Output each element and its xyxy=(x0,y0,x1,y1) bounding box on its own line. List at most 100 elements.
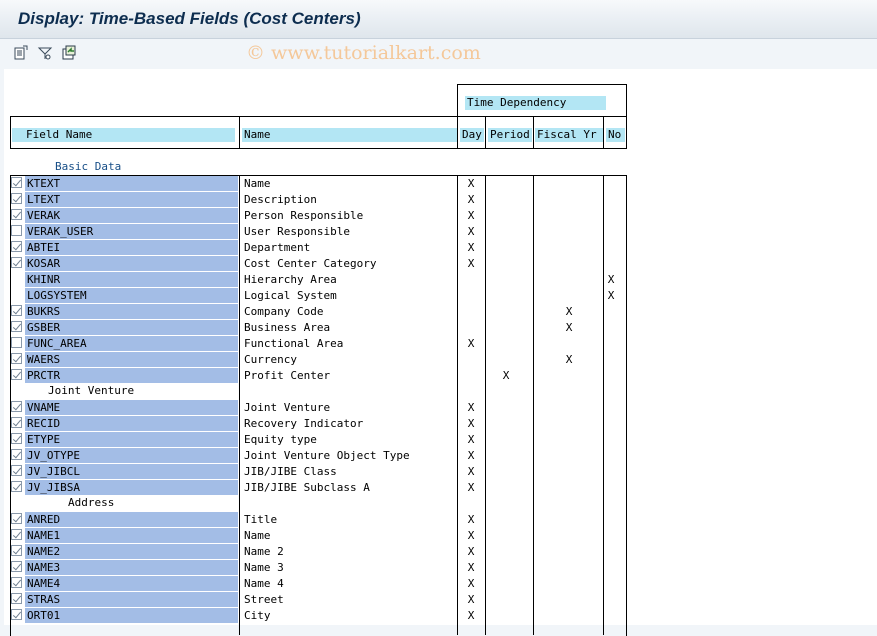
checked-checkbox[interactable] xyxy=(11,353,22,364)
table-row[interactable]: WAERS Currency X xyxy=(4,351,877,367)
checked-checkbox[interactable] xyxy=(11,561,22,572)
col-header-period[interactable]: Period xyxy=(488,128,532,142)
field-name-cell[interactable]: GSBER xyxy=(25,320,238,335)
col-header-no[interactable]: No xyxy=(606,128,625,142)
field-name-cell[interactable]: PRCTR xyxy=(25,368,238,383)
field-name-cell[interactable]: KTEXT xyxy=(25,176,238,191)
header-separator xyxy=(239,116,240,148)
table-row[interactable]: KOSAR Cost Center Category X xyxy=(4,255,877,271)
field-name-cell[interactable]: RECID xyxy=(25,416,238,431)
field-name-cell[interactable]: ORT01 xyxy=(25,608,238,623)
table-row[interactable]: VERAK Person Responsible X xyxy=(4,207,877,223)
table-row[interactable]: KTEXT Name X xyxy=(4,175,877,191)
field-name-cell[interactable]: LTEXT xyxy=(25,192,238,207)
table-row[interactable]: VERAK_USER User Responsible X xyxy=(4,223,877,239)
checked-checkbox[interactable] xyxy=(11,241,22,252)
col-header-name[interactable]: Name xyxy=(242,128,457,142)
checked-checkbox[interactable] xyxy=(11,257,22,268)
table-row[interactable]: PRCTR Profit Center X xyxy=(4,367,877,383)
table-row[interactable]: LTEXT Description X xyxy=(4,191,877,207)
checked-checkbox[interactable] xyxy=(11,577,22,588)
table-row[interactable]: STRAS Street X xyxy=(4,591,877,607)
group-label: Address xyxy=(24,495,215,511)
checked-checkbox[interactable] xyxy=(11,593,22,604)
table-row[interactable]: ANRED Title X xyxy=(4,511,877,527)
checked-checkbox[interactable] xyxy=(11,305,22,316)
table-row[interactable]: GSBER Business Area X xyxy=(4,319,877,335)
field-name-cell[interactable]: FUNC_AREA xyxy=(25,336,238,351)
col-header-field-name[interactable]: Field Name xyxy=(12,128,235,142)
checked-checkbox[interactable] xyxy=(11,529,22,540)
checked-checkbox[interactable] xyxy=(11,465,22,476)
name-cell: Title xyxy=(244,513,278,526)
header-separator xyxy=(533,116,534,148)
table-row[interactable]: NAME3 Name 3 X xyxy=(4,559,877,575)
checked-checkbox[interactable] xyxy=(11,401,22,412)
checked-checkbox[interactable] xyxy=(11,449,22,460)
checked-checkbox[interactable] xyxy=(11,321,22,332)
name-cell: Cost Center Category xyxy=(244,257,377,270)
field-name-cell[interactable]: KOSAR xyxy=(25,256,238,271)
field-name-cell[interactable]: NAME4 xyxy=(25,576,238,591)
checked-checkbox[interactable] xyxy=(11,609,22,620)
field-name-cell[interactable]: ANRED xyxy=(25,512,238,527)
checked-checkbox[interactable] xyxy=(11,177,22,188)
field-name-cell[interactable]: BUKRS xyxy=(25,304,238,319)
field-name-cell[interactable]: VNAME xyxy=(25,400,238,415)
name-cell: Joint Venture xyxy=(244,401,331,414)
checked-checkbox[interactable] xyxy=(11,513,22,524)
day-mark: X xyxy=(467,225,475,238)
field-name-cell[interactable]: VERAK xyxy=(25,208,238,223)
name-cell: JIB/JIBE Subclass A xyxy=(244,481,370,494)
field-name-cell[interactable]: VERAK_USER xyxy=(25,224,238,239)
checked-checkbox[interactable] xyxy=(11,417,22,428)
col-header-day[interactable]: Day xyxy=(460,128,484,142)
checked-checkbox[interactable] xyxy=(11,193,22,204)
field-name-cell[interactable]: ETYPE xyxy=(25,432,238,447)
table-row[interactable]: JV_OTYPE Joint Venture Object Type X xyxy=(4,447,877,463)
day-mark: X xyxy=(467,257,475,270)
checked-checkbox[interactable] xyxy=(11,545,22,556)
table-row[interactable]: ETYPE Equity type X xyxy=(4,431,877,447)
field-name-cell[interactable]: JV_JIBCL xyxy=(25,464,238,479)
unchecked-checkbox[interactable] xyxy=(11,337,22,348)
field-name-cell[interactable]: NAME3 xyxy=(25,560,238,575)
field-name-cell[interactable]: NAME2 xyxy=(25,544,238,559)
header-separator xyxy=(457,116,458,148)
field-name-cell[interactable]: NAME1 xyxy=(25,528,238,543)
table-row[interactable]: NAME1 Name X xyxy=(4,527,877,543)
header-separator xyxy=(485,116,486,148)
field-name-cell[interactable]: LOGSYSTEM xyxy=(25,288,238,303)
table-row[interactable]: NAME2 Name 2 X xyxy=(4,543,877,559)
field-name-cell[interactable]: JV_JIBSA xyxy=(25,480,238,495)
day-mark: X xyxy=(467,561,475,574)
table-row[interactable]: NAME4 Name 4 X xyxy=(4,575,877,591)
table-row[interactable]: JV_JIBCL JIB/JIBE Class X xyxy=(4,463,877,479)
field-name-cell[interactable]: STRAS xyxy=(25,592,238,607)
checked-checkbox[interactable] xyxy=(11,481,22,492)
unchecked-checkbox[interactable] xyxy=(11,225,22,236)
field-name-cell[interactable]: JV_OTYPE xyxy=(25,448,238,463)
col-header-fiscal-yr[interactable]: Fiscal Yr xyxy=(535,128,603,142)
table-row[interactable]: ABTEI Department X xyxy=(4,239,877,255)
table-row[interactable]: KHINR Hierarchy Area X xyxy=(4,271,877,287)
field-name-cell[interactable]: KHINR xyxy=(25,272,238,287)
other-object-icon[interactable] xyxy=(12,44,30,62)
field-name-cell[interactable]: WAERS xyxy=(25,352,238,367)
table-row[interactable]: ORT01 City X xyxy=(4,607,877,623)
field-name-cell[interactable]: ABTEI xyxy=(25,240,238,255)
name-cell: Name xyxy=(244,529,271,542)
name-cell: Logical System xyxy=(244,289,337,302)
settings-icon[interactable] xyxy=(36,44,54,62)
table-row[interactable]: BUKRS Company Code X xyxy=(4,303,877,319)
export-icon[interactable] xyxy=(60,44,78,62)
day-mark: X xyxy=(467,529,475,542)
table-row[interactable]: FUNC_AREA Functional Area X xyxy=(4,335,877,351)
table-row[interactable]: RECID Recovery Indicator X xyxy=(4,415,877,431)
checked-checkbox[interactable] xyxy=(11,433,22,444)
checked-checkbox[interactable] xyxy=(11,369,22,380)
table-row[interactable]: LOGSYSTEM Logical System X xyxy=(4,287,877,303)
table-row[interactable]: JV_JIBSA JIB/JIBE Subclass A X xyxy=(4,479,877,495)
checked-checkbox[interactable] xyxy=(11,209,22,220)
table-row[interactable]: VNAME Joint Venture X xyxy=(4,399,877,415)
